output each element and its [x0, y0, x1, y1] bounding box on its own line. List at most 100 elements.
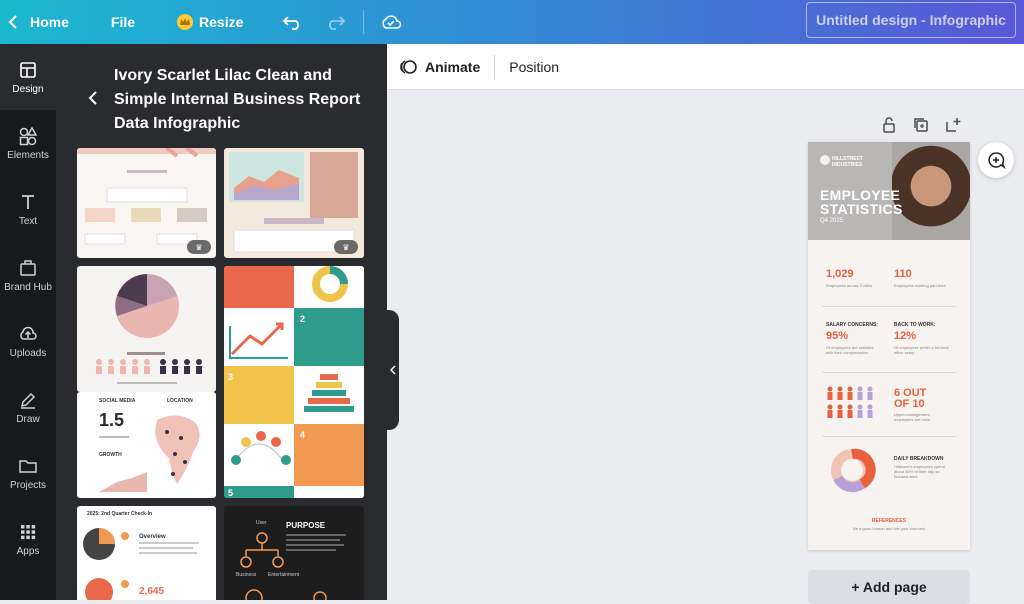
shapes-icon	[19, 125, 38, 145]
rail-item-design[interactable]: Design	[0, 44, 56, 110]
stat-management-text: Upper-management employees are male	[894, 412, 931, 422]
divider	[822, 306, 956, 307]
rail-label: Elements	[7, 149, 49, 161]
rail-label: Draw	[16, 413, 40, 425]
context-toolbar: Animate Position	[387, 44, 1024, 90]
design-canvas-page[interactable]: HILLSTREET INDUSTRIES EMPLOYEE STATISTIC…	[808, 142, 970, 550]
panel-back-icon[interactable]	[88, 90, 98, 111]
resize-button[interactable]: Resize	[177, 0, 243, 44]
toolbar-divider	[494, 54, 496, 79]
collapse-panel-handle[interactable]	[387, 310, 399, 430]
file-menu-button[interactable]: File	[111, 0, 135, 44]
redo-icon[interactable]	[325, 0, 346, 44]
add-page-icon[interactable]	[944, 116, 962, 134]
rail-item-text[interactable]: Text	[0, 176, 56, 242]
stat-management: 6 OUT OF 10	[894, 387, 927, 410]
salary-label: SALARY CONCERNS:	[826, 322, 878, 328]
svg-text:♛: ♛	[195, 243, 202, 252]
template-page-thumbnail[interactable]: PURPOSE User Business Entertainment	[224, 506, 364, 600]
template-page-thumbnail[interactable]: 2 3 4 5	[224, 266, 364, 498]
text-icon	[22, 194, 34, 209]
stat-employees-text: Employees across 3 cities	[826, 283, 873, 288]
thumb-label: LOCATION	[167, 398, 193, 404]
template-page-thumbnail[interactable]	[77, 266, 216, 392]
page-tools	[880, 116, 962, 134]
thumb-heading: 2025: 2nd Quarter Check-In	[87, 511, 152, 517]
brand-hub-icon	[20, 259, 36, 276]
layout-icon	[20, 61, 36, 78]
undo-icon[interactable]	[283, 0, 303, 44]
stat-salary-text: Of employees are satisfied with their co…	[826, 345, 874, 355]
position-button[interactable]: Position	[509, 59, 559, 75]
top-bar: Home File Resize Untitled design - Infog…	[0, 0, 1024, 44]
company-name: HILLSTREET INDUSTRIES	[832, 156, 863, 168]
animate-icon	[400, 59, 417, 74]
duplicate-page-icon[interactable]	[912, 116, 930, 134]
animate-button[interactable]: Animate	[399, 58, 480, 76]
stat-salary: 95%	[826, 330, 849, 342]
rail-label: Projects	[9, 479, 47, 491]
template-pages-grid: ♛ ♛ 2 3 4 5 SOCIAL MEDIA LOCATION 1.5 GR…	[77, 148, 367, 600]
rail-item-draw[interactable]: Draw	[0, 374, 56, 440]
references-heading: REFERENCES	[871, 518, 907, 524]
rail-label: Design	[12, 83, 44, 95]
people-icons	[827, 386, 873, 418]
back-chevron-icon[interactable]	[8, 0, 22, 44]
thumb-label: GROWTH	[99, 452, 122, 458]
rail-label: Brand Hub	[4, 281, 52, 293]
company-logo-icon	[820, 155, 830, 165]
rail-label: Text	[18, 215, 38, 227]
design-title: EMPLOYEE STATISTICS	[820, 187, 903, 217]
stat-back-to-work: 12%	[894, 330, 917, 342]
rail-item-brand-hub[interactable]: Brand Hub	[0, 242, 56, 308]
template-page-thumbnail[interactable]: ♛	[224, 148, 364, 258]
thumb-stat: 1.5	[99, 410, 124, 430]
rail-item-uploads[interactable]: Uploads	[0, 308, 56, 374]
add-comment-button[interactable]	[978, 142, 1014, 178]
stat-part-time-text: Employees working part-time	[894, 283, 946, 288]
home-button[interactable]: Home	[30, 0, 69, 44]
thumb-business: Business	[236, 572, 257, 578]
comment-icon	[988, 152, 1006, 170]
thumb-number: 2,645	[139, 586, 164, 597]
rail-item-elements[interactable]: Elements	[0, 110, 56, 176]
rail-label: Uploads	[9, 347, 47, 359]
section-number: 2	[300, 314, 305, 324]
back-to-work-label: BACK TO WORK:	[894, 322, 936, 328]
svg-text:♛: ♛	[342, 243, 349, 252]
upload-icon	[20, 326, 37, 340]
section-number: 3	[228, 372, 233, 382]
crown-icon	[177, 14, 194, 30]
daily-breakdown-donut	[831, 448, 876, 493]
thumb-purpose: PURPOSE	[286, 521, 326, 530]
document-title-field[interactable]: Untitled design - Infographic	[806, 2, 1016, 38]
template-page-thumbnail[interactable]: 2025: 2nd Quarter Check-In Overview 2,64…	[77, 506, 216, 600]
daily-breakdown-label: DAILY BREAKDOWN	[894, 456, 944, 462]
thumb-user: User	[256, 520, 267, 526]
design-subtitle: Q4 2025	[820, 218, 844, 224]
divider	[822, 372, 956, 373]
stat-employees: 1,029	[826, 268, 854, 280]
divider	[822, 436, 956, 437]
stat-part-time: 110	[894, 268, 912, 280]
rail-item-projects[interactable]: Projects	[0, 440, 56, 506]
thumb-overview: Overview	[139, 534, 166, 540]
design-panel: Ivory Scarlet Lilac Clean and Simple Int…	[56, 44, 387, 600]
section-number: 4	[300, 430, 305, 440]
resize-label: Resize	[199, 14, 244, 30]
animate-label: Animate	[425, 58, 481, 75]
add-page-button[interactable]: + Add page	[808, 570, 970, 604]
template-page-thumbnail[interactable]: ♛	[77, 148, 216, 258]
cloud-saved-icon[interactable]	[380, 0, 402, 44]
folder-icon	[19, 459, 37, 473]
stat-back-to-work-text: Of employees prefer a full-time office s…	[894, 345, 949, 355]
side-navigation: Design Elements Text Brand Hub Uploads D…	[0, 44, 56, 600]
thumb-label: SOCIAL MEDIA	[99, 398, 136, 404]
rail-item-apps[interactable]: Apps	[0, 506, 56, 572]
toolbar-divider	[363, 10, 365, 34]
daily-breakdown-text: Hillstreet's employees spend about 56% o…	[894, 464, 945, 479]
rail-label: Apps	[16, 545, 40, 557]
lock-icon[interactable]	[880, 116, 898, 134]
references-text: Be a good human and cite your sources!	[853, 526, 925, 531]
template-page-thumbnail[interactable]: SOCIAL MEDIA LOCATION 1.5 GROWTH	[77, 392, 216, 498]
